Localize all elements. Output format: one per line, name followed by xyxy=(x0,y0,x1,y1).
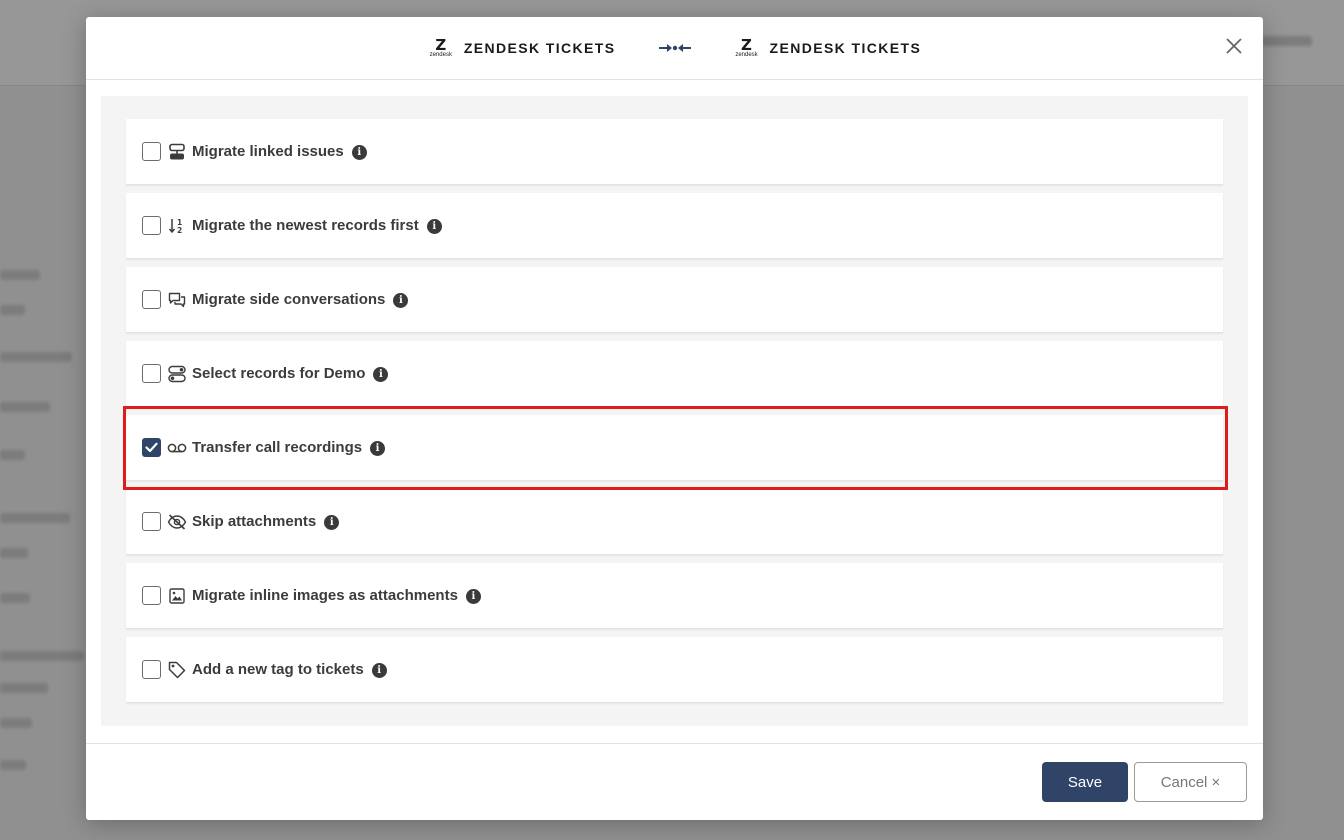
option-migrate-newest-first[interactable]: 1 2 Migrate the newest records first i xyxy=(126,193,1223,259)
checkbox-checked[interactable] xyxy=(142,438,161,457)
target-brand-name: ZENDESK TICKETS xyxy=(769,40,922,56)
checkbox[interactable] xyxy=(142,512,161,531)
modal-header: Z zendesk ZENDESK TICKETS Z zendesk ZEND… xyxy=(86,17,1263,80)
tag-icon xyxy=(167,660,187,680)
option-transfer-call-recordings[interactable]: Transfer call recordings i xyxy=(126,415,1223,481)
source-brand-name: ZENDESK TICKETS xyxy=(463,40,616,56)
info-icon[interactable]: i xyxy=(465,589,481,604)
checkbox[interactable] xyxy=(142,660,161,679)
chat-bubbles-icon xyxy=(167,290,187,310)
target-brand: Z zendesk ZENDESK TICKETS xyxy=(734,35,922,61)
checkbox[interactable] xyxy=(142,142,161,161)
option-migrate-side-conversations[interactable]: Migrate side conversations i xyxy=(126,267,1223,333)
info-icon[interactable]: i xyxy=(371,663,387,678)
checkbox[interactable] xyxy=(142,216,161,235)
option-label: Migrate linked issues xyxy=(192,143,344,160)
cancel-button[interactable]: Cancel × xyxy=(1134,762,1247,802)
info-icon[interactable]: i xyxy=(373,367,389,382)
info-icon[interactable]: i xyxy=(351,145,367,160)
zendesk-logo-icon: Z zendesk xyxy=(429,35,452,58)
option-label: Add a new tag to tickets xyxy=(192,661,364,678)
option-label: Select records for Demo xyxy=(192,365,366,382)
zendesk-logo-icon: Z zendesk xyxy=(735,35,758,58)
option-migrate-linked-issues[interactable]: Migrate linked issues i xyxy=(126,119,1223,185)
option-add-new-tag[interactable]: Add a new tag to tickets i xyxy=(126,637,1223,703)
option-skip-attachments[interactable]: Skip attachments i xyxy=(126,489,1223,555)
source-brand: Z zendesk ZENDESK TICKETS xyxy=(428,35,616,61)
sort-numeric-icon: 1 2 xyxy=(167,216,187,236)
info-icon[interactable]: i xyxy=(426,219,442,234)
eye-slash-icon xyxy=(167,512,187,532)
option-label: Migrate the newest records first xyxy=(192,217,419,234)
sync-arrows-icon xyxy=(658,42,692,54)
toggles-icon xyxy=(167,364,187,384)
option-select-records-demo[interactable]: Select records for Demo i xyxy=(126,341,1223,407)
svg-text:2: 2 xyxy=(177,226,182,235)
option-label: Migrate side conversations xyxy=(192,291,386,308)
settings-modal: Z zendesk ZENDESK TICKETS Z zendesk ZEND… xyxy=(86,17,1263,820)
options-list: Migrate linked issues i 1 2 Migrate the … xyxy=(101,96,1248,726)
voicemail-icon xyxy=(167,438,187,458)
checkbox[interactable] xyxy=(142,586,161,605)
close-icon[interactable] xyxy=(1223,35,1245,57)
image-icon xyxy=(167,586,187,606)
save-button[interactable]: Save xyxy=(1042,762,1128,802)
option-label: Transfer call recordings xyxy=(192,439,363,456)
info-icon[interactable]: i xyxy=(370,441,386,456)
option-label: Skip attachments xyxy=(192,513,317,530)
checkbox[interactable] xyxy=(142,364,161,383)
info-icon[interactable]: i xyxy=(324,515,340,530)
option-label: Migrate inline images as attachments xyxy=(192,587,458,604)
option-migrate-inline-images[interactable]: Migrate inline images as attachments i xyxy=(126,563,1223,629)
info-icon[interactable]: i xyxy=(393,293,409,308)
checkbox[interactable] xyxy=(142,290,161,309)
linked-issues-icon xyxy=(167,142,187,162)
